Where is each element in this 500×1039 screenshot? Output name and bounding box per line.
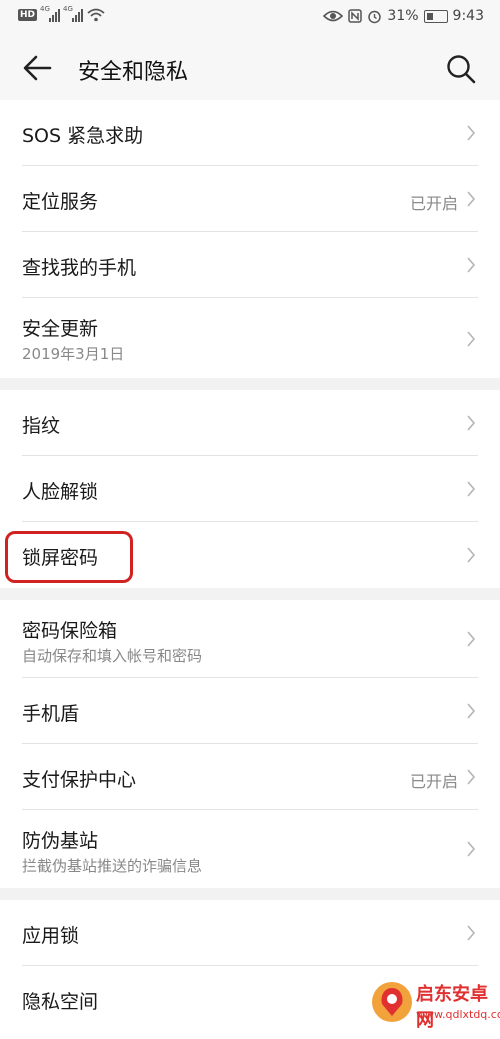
chevron-right-icon xyxy=(467,841,476,857)
search-icon[interactable] xyxy=(444,52,478,86)
watermark-logo-icon xyxy=(372,982,412,1022)
setting-label: SOS 紧急求助 xyxy=(22,125,144,147)
setting-subtitle: 2019年3月1日 xyxy=(22,345,125,363)
alarm-icon xyxy=(368,10,382,23)
settings-group-security: SOS 紧急求助 定位服务 已开启 查找我的手机 安全更新 2019年3月1日 xyxy=(0,100,500,378)
app-header: 安全和隐私 xyxy=(0,36,500,100)
battery-percent: 31% xyxy=(387,8,419,24)
status-bar: HD 4G 4G 31% 9:43 xyxy=(0,0,500,36)
setting-row-sos[interactable]: SOS 紧急求助 xyxy=(0,100,500,166)
status-left: HD 4G 4G xyxy=(18,5,105,22)
setting-row-payment-protection[interactable]: 支付保护中心 已开启 xyxy=(0,744,500,810)
setting-row-password-vault[interactable]: 密码保险箱 自动保存和填入帐号和密码 xyxy=(0,600,500,678)
eye-icon xyxy=(323,10,344,22)
setting-row-face-unlock[interactable]: 人脸解锁 xyxy=(0,456,500,522)
chevron-right-icon xyxy=(467,191,476,207)
setting-row-fingerprint[interactable]: 指纹 xyxy=(0,390,500,456)
setting-label: 定位服务 xyxy=(22,191,99,213)
watermark-url: www.qdlxtdq.com xyxy=(416,1008,500,1021)
watermark: 启东安卓网 www.qdlxtdq.com xyxy=(366,972,500,1034)
setting-row-fake-base-station[interactable]: 防伪基站 拦截伪基站推送的诈骗信息 xyxy=(0,810,500,888)
setting-row-find-phone[interactable]: 查找我的手机 xyxy=(0,232,500,298)
setting-label: 指纹 xyxy=(22,415,61,437)
network-type-1: 4G xyxy=(40,5,50,13)
page-title: 安全和隐私 xyxy=(78,60,189,85)
setting-status: 已开启 xyxy=(409,194,458,213)
chevron-right-icon xyxy=(467,703,476,719)
setting-row-security-update[interactable]: 安全更新 2019年3月1日 xyxy=(0,298,500,378)
setting-row-phone-shield[interactable]: 手机盾 xyxy=(0,678,500,744)
status-right: 31% 9:43 xyxy=(323,8,484,24)
setting-label: 支付保护中心 xyxy=(22,769,137,791)
setting-row-location[interactable]: 定位服务 已开启 xyxy=(0,166,500,232)
setting-label: 手机盾 xyxy=(22,703,80,725)
setting-label: 隐私空间 xyxy=(22,991,99,1013)
back-arrow-icon[interactable] xyxy=(20,52,56,84)
setting-status: 已开启 xyxy=(409,772,458,791)
setting-label: 人脸解锁 xyxy=(22,481,99,503)
hd-badge: HD xyxy=(18,9,38,21)
clock: 9:43 xyxy=(452,8,484,24)
wifi-icon xyxy=(87,8,105,22)
chevron-right-icon xyxy=(467,257,476,273)
highlight-annotation xyxy=(5,531,133,583)
signal-icon: 4G xyxy=(40,5,61,22)
chevron-right-icon xyxy=(467,415,476,431)
chevron-right-icon xyxy=(467,631,476,647)
setting-label: 防伪基站 xyxy=(22,830,99,852)
battery-icon xyxy=(423,9,448,23)
setting-subtitle: 自动保存和填入帐号和密码 xyxy=(22,647,203,665)
watermark-title: 启东安卓网 xyxy=(416,984,488,1031)
setting-label: 应用锁 xyxy=(22,925,80,947)
chevron-right-icon xyxy=(467,547,476,563)
chevron-right-icon xyxy=(467,125,476,141)
nfc-icon xyxy=(348,9,363,23)
settings-group-protection: 密码保险箱 自动保存和填入帐号和密码 手机盾 支付保护中心 已开启 防伪基站 拦… xyxy=(0,600,500,888)
setting-subtitle: 拦截伪基站推送的诈骗信息 xyxy=(22,857,203,875)
chevron-right-icon xyxy=(467,769,476,785)
setting-label: 安全更新 xyxy=(22,318,99,340)
setting-label: 密码保险箱 xyxy=(22,620,118,642)
chevron-right-icon xyxy=(467,925,476,941)
network-type-2: 4G xyxy=(63,5,73,13)
signal-icon-2: 4G xyxy=(63,5,84,22)
setting-row-app-lock[interactable]: 应用锁 xyxy=(0,900,500,966)
setting-label: 查找我的手机 xyxy=(22,257,137,279)
chevron-right-icon xyxy=(467,331,476,347)
chevron-right-icon xyxy=(467,481,476,497)
